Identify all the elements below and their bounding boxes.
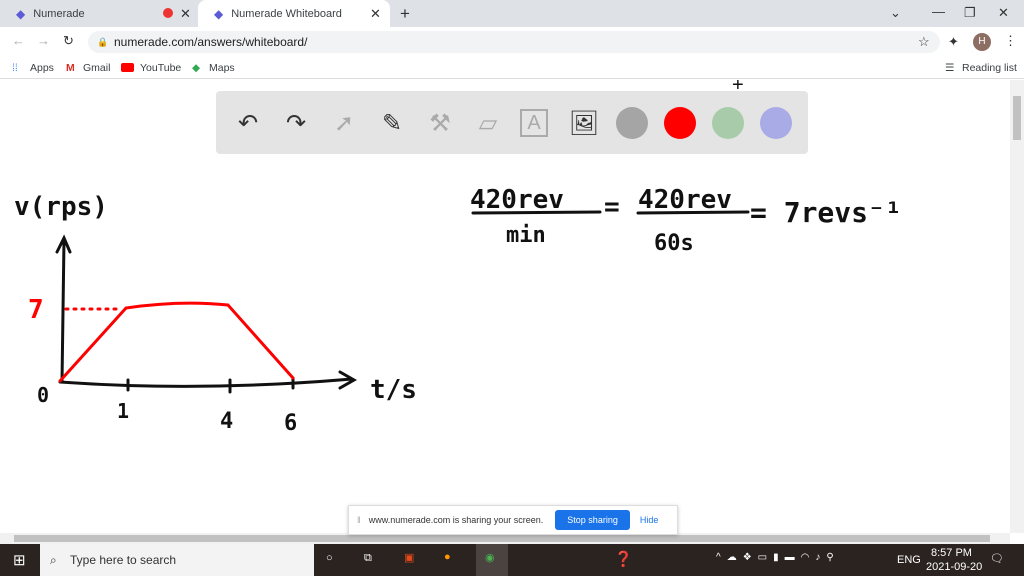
hscroll-thumb[interactable] [14, 535, 990, 542]
x-axis-label: t/s [370, 375, 417, 405]
undo-icon[interactable]: ↶ [232, 107, 264, 139]
extensions-icon[interactable]: ✦ [948, 34, 959, 50]
forward-icon[interactable]: → [37, 33, 50, 48]
numerade-icon: ◆ [16, 6, 26, 21]
tab-bar: ◆ Numerade ✕ ◆ Numerade Whiteboard ✕ + ⌄ —… [0, 0, 1024, 27]
tab-title: Numerade Whiteboard [231, 7, 342, 20]
recording-icon [163, 8, 173, 18]
x-tick-4: 4 [220, 409, 233, 434]
eq-equals: = [604, 192, 620, 222]
color-gray[interactable] [616, 107, 648, 139]
tab-title: Numerade [33, 7, 85, 20]
chrome-icon: ◉ [485, 552, 495, 564]
eq-numerator-1: 420rev [470, 185, 564, 215]
tab-search-icon[interactable]: ⌄ [890, 5, 901, 21]
reading-list[interactable]: Reading list [962, 62, 1017, 74]
clock-date[interactable]: 2021-09-20 [926, 561, 982, 573]
eq-result: = 7revs⁻¹ [750, 196, 902, 229]
system-tray-icons[interactable]: ^☁❖▭▮▬◠♪⚲ [716, 552, 840, 563]
new-tab-icon[interactable]: + [400, 4, 410, 24]
reload-icon[interactable]: ↻ [63, 33, 74, 49]
color-green[interactable] [712, 107, 744, 139]
youtube-icon [121, 63, 134, 72]
redo-icon[interactable]: ↷ [280, 107, 312, 139]
restore-icon[interactable]: ❐ [964, 5, 976, 21]
search-placeholder: Type here to search [70, 553, 177, 567]
profile-avatar[interactable]: H [973, 33, 991, 51]
maps-icon: ◆ [192, 62, 201, 74]
eraser-icon[interactable]: ▱ [472, 107, 504, 139]
eq-numerator-2: 420rev [638, 185, 732, 215]
image-icon[interactable]: 🖼 [568, 107, 600, 139]
apps-icon: ⁞⁞ [12, 62, 18, 74]
eq-denominator-2: 60s [654, 231, 694, 256]
taskbar: ⊞ ⌕ Type here to search ○ ⧉ ▣ ● ◉ ❓ ^☁❖▭▮… [0, 544, 1024, 576]
scroll-thumb[interactable] [1013, 96, 1021, 140]
screen-share-bar: ‖ www.numerade.com is sharing your scree… [348, 505, 678, 535]
share-message: www.numerade.com is sharing your screen. [368, 515, 544, 525]
bookmark-gmail[interactable]: Gmail [83, 62, 110, 74]
y-tick-7: 7 [28, 295, 44, 325]
lock-icon: 🔒 [97, 37, 109, 47]
back-icon[interactable]: ← [12, 33, 25, 48]
windows-start-icon[interactable]: ⊞ [13, 551, 26, 569]
help-icon[interactable]: ❓ [614, 550, 633, 568]
clock-time[interactable]: 8:57 PM [931, 547, 972, 559]
color-red[interactable] [664, 107, 696, 139]
stop-sharing-button[interactable]: Stop sharing [555, 510, 630, 530]
url-input[interactable]: 🔒 numerade.com/answers/whiteboard/ [88, 31, 940, 53]
origin-label: 0 [37, 383, 49, 407]
tools-icon[interactable]: ⚒ [424, 107, 456, 139]
close-tab-icon[interactable]: ✕ [180, 6, 191, 22]
gmail-icon: M [66, 62, 75, 74]
close-window-icon[interactable]: ✕ [998, 5, 1009, 21]
bookmarks-bar: ⁞⁞ Apps M Gmail YouTube ◆ Maps ☰ Reading lis… [0, 57, 1024, 79]
bookmark-apps[interactable]: Apps [30, 62, 54, 74]
pen-icon[interactable]: ✎ [376, 107, 408, 139]
eq-denominator-1: min [506, 223, 546, 248]
x-axis [58, 370, 358, 390]
bookmark-youtube[interactable]: YouTube [140, 62, 181, 74]
select-icon[interactable]: ➚ [328, 107, 360, 139]
menu-icon[interactable]: ⋮ [1004, 33, 1017, 49]
tab-numerade[interactable]: ◆ Numerade ✕ [0, 0, 196, 27]
task-view-icon[interactable]: ⧉ [364, 552, 372, 565]
velocity-curve [58, 301, 295, 383]
firefox-icon[interactable]: ● [444, 551, 451, 563]
numerade-icon: ◆ [214, 6, 224, 21]
search-icon: ⌕ [50, 553, 57, 567]
chrome-taskbar-button[interactable]: ◉ [476, 544, 508, 576]
taskbar-search[interactable]: ⌕ Type here to search [40, 544, 314, 576]
minimize-icon[interactable]: — [932, 4, 945, 19]
hide-button[interactable]: Hide [640, 515, 659, 525]
star-icon[interactable]: ☆ [918, 34, 930, 50]
drag-handle-icon[interactable]: ‖ [357, 515, 361, 525]
x-tick-6: 6 [284, 411, 297, 436]
color-lavender[interactable] [760, 107, 792, 139]
url-text: numerade.com/answers/whiteboard/ [114, 35, 308, 49]
whiteboard-toolbar: ↶ ↷ ➚ ✎ ⚒ ▱ A 🖼 [216, 91, 808, 154]
text-icon[interactable]: A [520, 109, 548, 137]
notifications-icon[interactable]: 🗨 [990, 552, 1004, 565]
close-tab-icon[interactable]: ✕ [370, 6, 381, 22]
address-bar-row: ← → ↻ 🔒 numerade.com/answers/whiteboard/ … [0, 27, 1024, 57]
x-tick-1: 1 [117, 399, 129, 423]
vertical-scrollbar[interactable] [1010, 80, 1024, 533]
bookmark-maps[interactable]: Maps [209, 62, 235, 74]
language-indicator[interactable]: ENG [897, 554, 921, 566]
office-icon[interactable]: ▣ [404, 551, 414, 564]
tab-whiteboard[interactable]: ◆ Numerade Whiteboard ✕ [198, 0, 390, 27]
cortana-icon[interactable]: ○ [326, 552, 333, 564]
reading-list-icon: ☰ [945, 62, 955, 74]
y-axis-label: v(rps) [14, 192, 108, 222]
